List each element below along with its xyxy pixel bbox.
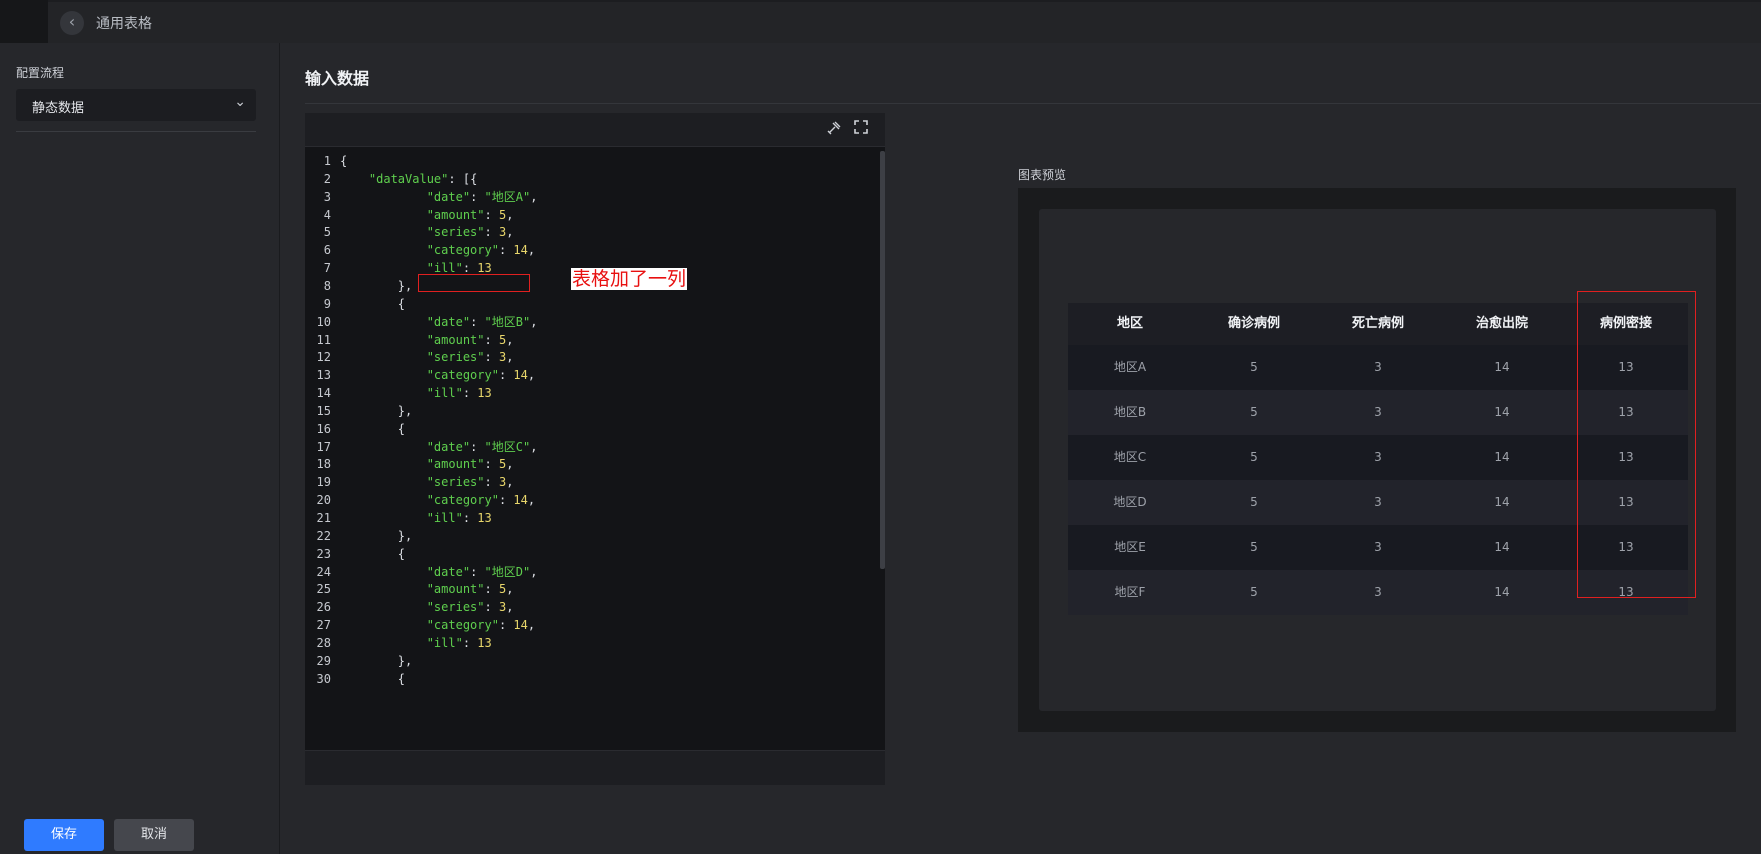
table-cell: 14 — [1494, 540, 1510, 554]
header-cell: 治愈出院 — [1475, 316, 1528, 331]
table-cell: 14 — [1494, 405, 1510, 419]
table-cell: 地区F — [1114, 585, 1146, 599]
annotation-text: 表格加了一列 — [571, 268, 688, 290]
table-cell: 14 — [1494, 495, 1510, 509]
chart-preview-label: 图表预览 — [1018, 168, 1067, 182]
table-cell: 14 — [1494, 360, 1510, 374]
table-cell: 3 — [1374, 360, 1382, 374]
json-editor[interactable]: 1{2 "dataValue": [{3 "date": "地区A", 4 "am… — [305, 113, 885, 785]
data-source-select[interactable]: 静态数据 ⌄ — [16, 89, 256, 121]
chevron-down-icon: ⌄ — [234, 94, 246, 110]
code-line[interactable]: 30 { — [305, 669, 877, 689]
annotation-box-column — [1577, 291, 1696, 598]
table-cell: 地区C — [1113, 450, 1147, 464]
editor-scrollbar[interactable] — [880, 151, 885, 569]
table-cell: 5 — [1250, 360, 1258, 374]
table-cell: 14 — [1494, 585, 1510, 599]
table-cell: 5 — [1250, 495, 1258, 509]
header-cell: 死亡病例 — [1351, 316, 1404, 331]
config-sidebar: 配置流程 静态数据 ⌄ 保存 取消 — [0, 43, 280, 854]
page-title: 通用表格 — [96, 16, 152, 32]
table-cell: 5 — [1250, 405, 1258, 419]
editor-footer — [305, 750, 885, 785]
table-cell: 地区A — [1113, 360, 1147, 374]
line-number: 30 — [316, 671, 331, 686]
fullscreen-icon[interactable] — [852, 120, 870, 138]
table-cell: 3 — [1374, 405, 1382, 419]
header-cell: 确诊病例 — [1227, 316, 1280, 331]
top-bar: ‹ 通用表格 — [0, 0, 1761, 43]
table-cell: 5 — [1250, 450, 1258, 464]
annotation-box-code — [418, 274, 530, 292]
table-cell: 地区B — [1113, 405, 1147, 419]
table-cell: 3 — [1374, 540, 1382, 554]
table-cell: 5 — [1250, 585, 1258, 599]
sidebar-divider — [16, 131, 256, 132]
table-cell: 5 — [1250, 540, 1258, 554]
header-cell: 地区 — [1116, 316, 1143, 331]
code-area[interactable]: 1{2 "dataValue": [{3 "date": "地区A", 4 "am… — [305, 151, 877, 749]
code-text: { — [340, 671, 406, 686]
format-icon[interactable] — [825, 120, 843, 138]
back-button[interactable]: ‹ — [60, 11, 84, 35]
title-strip — [48, 2, 1761, 43]
table-cell: 地区D — [1113, 495, 1147, 509]
table-cell: 3 — [1374, 585, 1382, 599]
table-cell: 3 — [1374, 495, 1382, 509]
config-flow-label: 配置流程 — [16, 66, 65, 80]
top-bar-corner — [0, 0, 48, 43]
data-source-value: 静态数据 — [32, 101, 85, 116]
editor-toolbar — [305, 113, 885, 147]
table-cell: 地区E — [1114, 540, 1146, 554]
save-button[interactable]: 保存 — [24, 819, 104, 851]
title-divider — [305, 103, 1761, 104]
cancel-button[interactable]: 取消 — [114, 819, 194, 851]
table-cell: 3 — [1374, 450, 1382, 464]
chevron-left-icon: ‹ — [68, 12, 76, 31]
table-cell: 14 — [1494, 450, 1510, 464]
input-data-title: 输入数据 — [305, 69, 370, 88]
